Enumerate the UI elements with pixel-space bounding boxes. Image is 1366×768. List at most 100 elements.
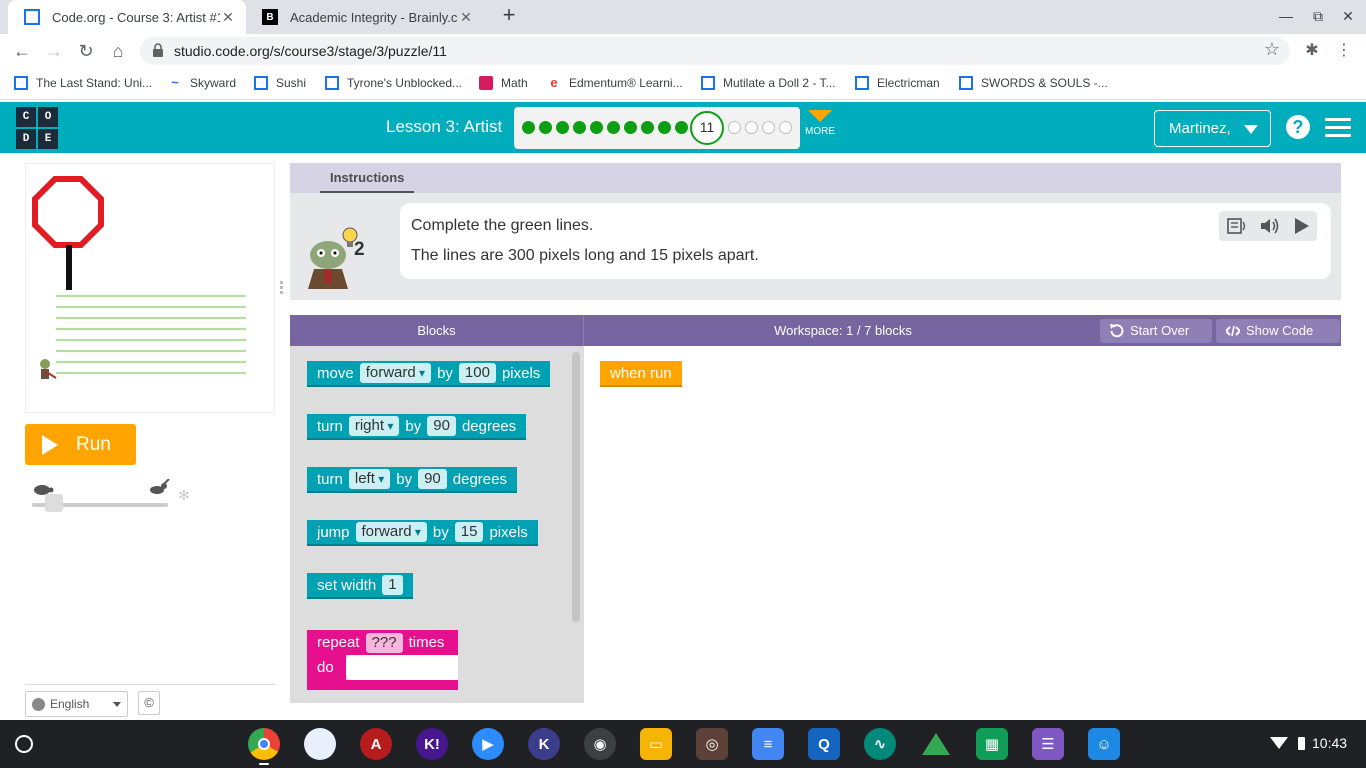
speed-slider[interactable]: ✻	[30, 479, 200, 515]
k-app-icon[interactable]: K	[528, 728, 560, 760]
app-icon[interactable]	[304, 728, 336, 760]
current-puzzle-bubble[interactable]: 11	[690, 111, 724, 145]
bookmark-item[interactable]: SWORDS & SOULS -...	[959, 76, 1108, 90]
codeorg-logo[interactable]: C O D E	[16, 107, 58, 149]
browser-tab-codeorg[interactable]: Code.org - Course 3: Artist #11 ✕	[8, 0, 246, 34]
direction-dropdown[interactable]: forward	[355, 522, 427, 542]
browser-tab-brainly[interactable]: B Academic Integrity - Brainly.com ✕	[246, 0, 484, 34]
play-audio-icon[interactable]	[1291, 217, 1311, 235]
repeat-block[interactable]: repeat ??? times do	[307, 630, 458, 690]
minimize-icon[interactable]: —	[1276, 8, 1296, 24]
restore-icon[interactable]: ⧉	[1308, 8, 1328, 25]
repeat-count-field[interactable]: ???	[365, 632, 403, 653]
tab-instructions[interactable]: Instructions	[320, 170, 415, 193]
move-block[interactable]: move forward by 100 pixels	[307, 361, 551, 387]
desmos-app-icon[interactable]: ∿	[864, 728, 896, 760]
docs-app-icon[interactable]: ≡	[752, 728, 784, 760]
instructions-panel: 2 Complete the green lines. The lines ar…	[290, 193, 1341, 300]
back-arrow-icon[interactable]: ←	[10, 39, 34, 63]
help-icon[interactable]: ?	[1286, 115, 1310, 139]
kahoot-app-icon[interactable]: K!	[416, 728, 448, 760]
bookmark-item[interactable]: Sushi	[254, 76, 306, 90]
sheets-app-icon[interactable]: ▦	[976, 728, 1008, 760]
degrees-field[interactable]: 90	[427, 416, 456, 436]
completed-puzzle-dot[interactable]	[675, 121, 688, 134]
bookmark-item[interactable]: Tyrone's Unblocked...	[325, 76, 462, 90]
camera-app-icon[interactable]: ◉	[584, 728, 616, 760]
completed-puzzle-dot[interactable]	[522, 121, 535, 134]
degrees-field[interactable]: 90	[418, 469, 447, 489]
direction-dropdown[interactable]: forward	[359, 363, 432, 383]
start-over-button[interactable]: Start Over	[1100, 319, 1212, 343]
status-tray[interactable]: 10:43	[1262, 731, 1358, 757]
completed-puzzle-dot[interactable]	[573, 121, 586, 134]
pixels-field[interactable]: 100	[458, 363, 496, 383]
run-button[interactable]: Run	[25, 424, 136, 465]
bookmark-item[interactable]: Mutilate a Doll 2 - T...	[701, 76, 836, 90]
direction-dropdown[interactable]: left	[348, 469, 391, 489]
new-tab-button[interactable]: +	[497, 4, 521, 28]
copyright-button[interactable]: ©	[138, 691, 160, 715]
hamburger-menu-icon[interactable]	[1325, 118, 1351, 138]
panel-resize-handle[interactable]	[280, 281, 286, 295]
turn-left-block[interactable]: turn left by 90 degrees	[307, 467, 517, 493]
chrome-app-icon[interactable]	[248, 728, 280, 760]
bookmark-item[interactable]: Math	[479, 76, 528, 90]
address-bar[interactable]: studio.code.org/s/course3/stage/3/puzzle…	[140, 37, 1290, 65]
bookmark-item[interactable]: The Last Stand: Uni...	[14, 76, 152, 90]
page-icon	[325, 76, 339, 90]
instructions-resize-handle[interactable]	[805, 306, 825, 319]
typingclub-app-icon[interactable]: ☺	[1088, 728, 1120, 760]
drive-app-icon[interactable]	[920, 728, 952, 760]
speaker-icon[interactable]	[1259, 217, 1279, 235]
code-workspace[interactable]: when run	[585, 346, 1341, 703]
bookmark-star-icon[interactable]: ☆	[1264, 39, 1280, 60]
home-icon[interactable]: ⌂	[106, 39, 130, 63]
upcoming-puzzle-dot[interactable]	[762, 121, 775, 134]
toolbox-scrollbar[interactable]	[572, 352, 580, 622]
jump-block[interactable]: jump forward by 15 pixels	[307, 520, 538, 546]
close-window-icon[interactable]: ✕	[1338, 8, 1358, 25]
completed-puzzle-dot[interactable]	[607, 121, 620, 134]
acrobat-app-icon[interactable]: A	[360, 728, 392, 760]
screen-recorder-app-icon[interactable]: ◎	[696, 728, 728, 760]
direction-dropdown[interactable]: right	[348, 416, 400, 436]
bookmark-item[interactable]: ~ Skyward	[168, 76, 236, 91]
close-tab-icon[interactable]: ✕	[220, 9, 236, 26]
quizlet-app-icon[interactable]: Q	[808, 728, 840, 760]
launcher-icon[interactable]	[15, 735, 33, 753]
completed-puzzle-dot[interactable]	[658, 121, 671, 134]
codeorg-favicon-icon	[24, 9, 40, 25]
artist-character-icon	[40, 359, 57, 379]
more-lessons-toggle[interactable]: MORE	[804, 110, 836, 137]
reload-icon[interactable]: ↻	[74, 39, 98, 63]
close-tab-icon[interactable]: ✕	[458, 9, 474, 26]
pixels-field[interactable]: 15	[454, 522, 484, 542]
upcoming-puzzle-dot[interactable]	[745, 121, 758, 134]
zoom-app-icon[interactable]: ▶	[472, 728, 504, 760]
immersive-reader-icon[interactable]	[1227, 217, 1247, 235]
show-code-button[interactable]: Show Code	[1216, 319, 1340, 343]
extensions-puzzle-icon[interactable]: ✱	[1300, 39, 1324, 63]
forms-app-icon[interactable]: ☰	[1032, 728, 1064, 760]
slider-thumb[interactable]	[45, 494, 63, 512]
user-menu-button[interactable]: Martinez,	[1154, 110, 1271, 147]
upcoming-puzzle-dot[interactable]	[728, 121, 741, 134]
when-run-block[interactable]: when run	[600, 361, 682, 387]
completed-puzzle-dot[interactable]	[624, 121, 637, 134]
lesson-title[interactable]: Lesson 3: Artist	[386, 117, 502, 137]
forward-arrow-icon[interactable]: →	[42, 39, 66, 63]
language-select[interactable]: English	[25, 691, 128, 717]
bookmark-item[interactable]: e Edmentum® Learni...	[547, 76, 683, 90]
completed-puzzle-dot[interactable]	[590, 121, 603, 134]
completed-puzzle-dot[interactable]	[539, 121, 552, 134]
upcoming-puzzle-dot[interactable]	[779, 121, 792, 134]
width-field[interactable]: 1	[382, 575, 403, 595]
kebab-menu-icon[interactable]: ⋮	[1332, 39, 1356, 63]
completed-puzzle-dot[interactable]	[556, 121, 569, 134]
set-width-block[interactable]: set width 1	[307, 573, 413, 599]
slides-app-icon[interactable]: ▭	[640, 728, 672, 760]
turn-right-block[interactable]: turn right by 90 degrees	[307, 414, 527, 440]
completed-puzzle-dot[interactable]	[641, 121, 654, 134]
bookmark-item[interactable]: Electricman	[855, 76, 940, 90]
